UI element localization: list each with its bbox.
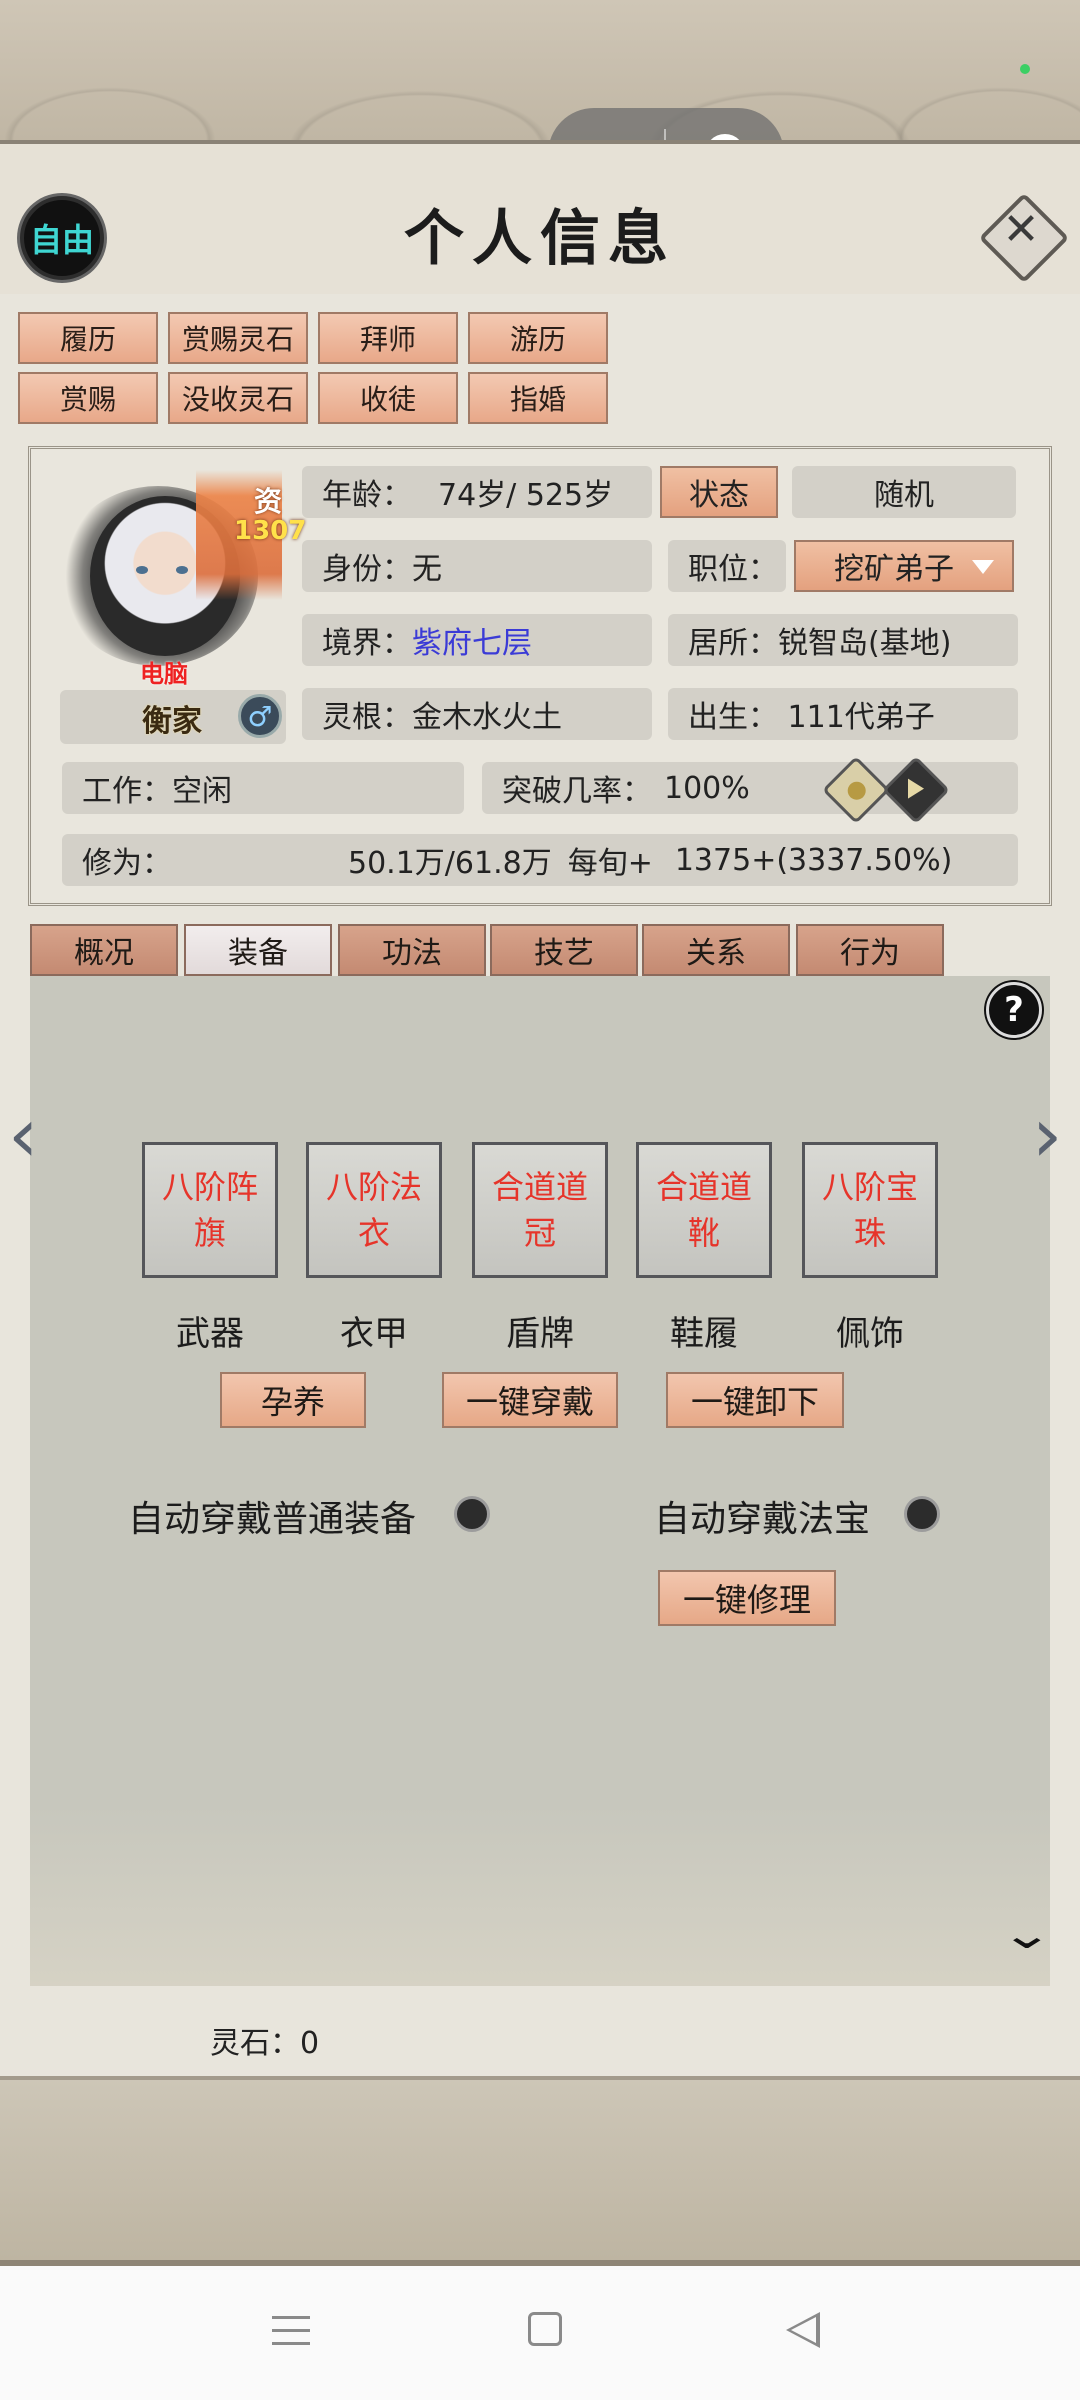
slot-label-armor: 衣甲 <box>340 1314 408 1354</box>
chevron-right-icon[interactable]: › <box>1032 1097 1072 1173</box>
repair-all-button[interactable]: 一键修理 <box>658 1570 836 1626</box>
menu-icon[interactable] <box>272 2316 310 2346</box>
top-decoration <box>0 0 1080 150</box>
arrange-marriage-button[interactable]: 指婚 <box>468 372 608 424</box>
character-name: 衡家 <box>142 704 202 739</box>
position-dropdown[interactable]: 挖矿弟子 <box>794 540 1014 592</box>
spirit-root-field: 灵根： 金木水火土 <box>302 688 652 740</box>
position-label: 职位： <box>688 552 778 587</box>
dropdown-arrow-icon <box>972 560 994 574</box>
realm-label: 境界： <box>322 626 412 661</box>
help-icon[interactable]: ? <box>986 982 1042 1038</box>
breakthrough-label: 突破几率： <box>502 774 652 809</box>
tab-relations[interactable]: 关系 <box>642 924 790 976</box>
status-dot <box>1020 64 1030 74</box>
identity-field: 身份： 无 <box>302 540 652 592</box>
ai-controlled-tag: 电脑 <box>140 660 188 688</box>
slot-label-accessory: 佩饰 <box>836 1314 904 1354</box>
equipment-panel <box>30 976 1050 1986</box>
nurture-button[interactable]: 孕养 <box>220 1372 366 1428</box>
page-title: 个人信息 <box>404 204 676 274</box>
talent-value: 1307 <box>234 516 307 546</box>
position-value: 挖矿弟子 <box>834 552 954 587</box>
realm-field: 境界： 紫府七层 <box>302 614 652 666</box>
close-button[interactable]: ✕ <box>978 192 1070 284</box>
identity-value: 无 <box>412 552 442 587</box>
equipment-slot-shield[interactable]: 合道道冠 <box>472 1142 608 1278</box>
talent-label: 资 <box>254 485 283 518</box>
auto-equip-normal-label: 自动穿戴普通装备 <box>128 1499 417 1540</box>
per-turn-value: 1375+(3337.50%) <box>674 842 953 878</box>
avatar-eyes <box>136 566 196 576</box>
slot-label-boots: 鞋履 <box>670 1314 738 1354</box>
residence-field: 居所：锐智岛(基地) <box>668 614 1018 666</box>
spirit-root-value: 金木水火土 <box>412 700 562 735</box>
tab-skills[interactable]: 技艺 <box>490 924 638 976</box>
tab-overview[interactable]: 概况 <box>30 924 178 976</box>
per-turn-label: 每旬+ <box>567 846 653 881</box>
male-gender-icon[interactable]: ♂ <box>238 694 282 738</box>
equipment-slot-boots[interactable]: 合道道靴 <box>636 1142 772 1278</box>
equipment-slot-armor[interactable]: 八阶法衣 <box>306 1142 442 1278</box>
breakthrough-value: 100% <box>664 770 750 806</box>
back-icon[interactable] <box>786 2312 820 2348</box>
tab-equipment[interactable]: 装备 <box>184 924 332 976</box>
age-label: 年龄： <box>322 478 412 513</box>
slot-label-shield: 盾牌 <box>506 1314 574 1354</box>
chevron-left-icon[interactable]: ‹ <box>8 1097 48 1173</box>
reward-button[interactable]: 赏赐 <box>18 372 158 424</box>
position-label-field: 职位： <box>668 540 786 592</box>
age-field: 年龄： 74岁/ 525岁 <box>302 466 652 518</box>
birth-field: 出生： 111代弟子 <box>668 688 1018 740</box>
auto-equip-normal-toggle[interactable] <box>454 1496 490 1532</box>
state-button[interactable]: 状态 <box>660 466 778 518</box>
work-field: 工作：空闲 <box>62 762 464 814</box>
history-button[interactable]: 履历 <box>18 312 158 364</box>
equipment-slot-weapon[interactable]: 八阶阵旗 <box>142 1142 278 1278</box>
confiscate-stone-button[interactable]: 没收灵石 <box>168 372 308 424</box>
bottom-decoration <box>0 2076 1080 2270</box>
auto-equip-treasure-toggle[interactable] <box>904 1496 940 1532</box>
age-value: 74岁/ 525岁 <box>438 478 614 513</box>
chevron-down-icon[interactable]: ⌄ <box>1000 1912 1054 1958</box>
equip-all-button[interactable]: 一键穿戴 <box>442 1372 618 1428</box>
auto-equip-treasure-label: 自动穿戴法宝 <box>654 1499 871 1540</box>
cultivation-value: 50.1万/61.8万 <box>348 846 552 881</box>
reward-stone-button[interactable]: 赏赐灵石 <box>168 312 308 364</box>
cultivation-label: 修为： <box>82 846 172 881</box>
spirit-stone-count: 灵石：0 <box>210 2026 320 2061</box>
identity-label: 身份： <box>322 552 412 587</box>
apprentice-button[interactable]: 拜师 <box>318 312 458 364</box>
slot-label-weapon: 武器 <box>176 1314 244 1354</box>
cultivation-field: 修为： 50.1万/61.8万 每旬+ 1375+(3337.50%) <box>62 834 1018 886</box>
spirit-root-label: 灵根： <box>322 700 412 735</box>
tab-techniques[interactable]: 功法 <box>338 924 486 976</box>
equipment-slot-accessory[interactable]: 八阶宝珠 <box>802 1142 938 1278</box>
free-mode-button[interactable]: 自由 <box>20 196 104 280</box>
take-disciple-button[interactable]: 收徒 <box>318 372 458 424</box>
tab-behavior[interactable]: 行为 <box>796 924 944 976</box>
random-button[interactable]: 随机 <box>792 466 1016 518</box>
realm-value: 紫府七层 <box>412 626 532 661</box>
close-icon: ✕ <box>1002 204 1040 255</box>
home-icon[interactable] <box>528 2312 562 2346</box>
unequip-all-button[interactable]: 一键卸下 <box>666 1372 844 1428</box>
travel-button[interactable]: 游历 <box>468 312 608 364</box>
